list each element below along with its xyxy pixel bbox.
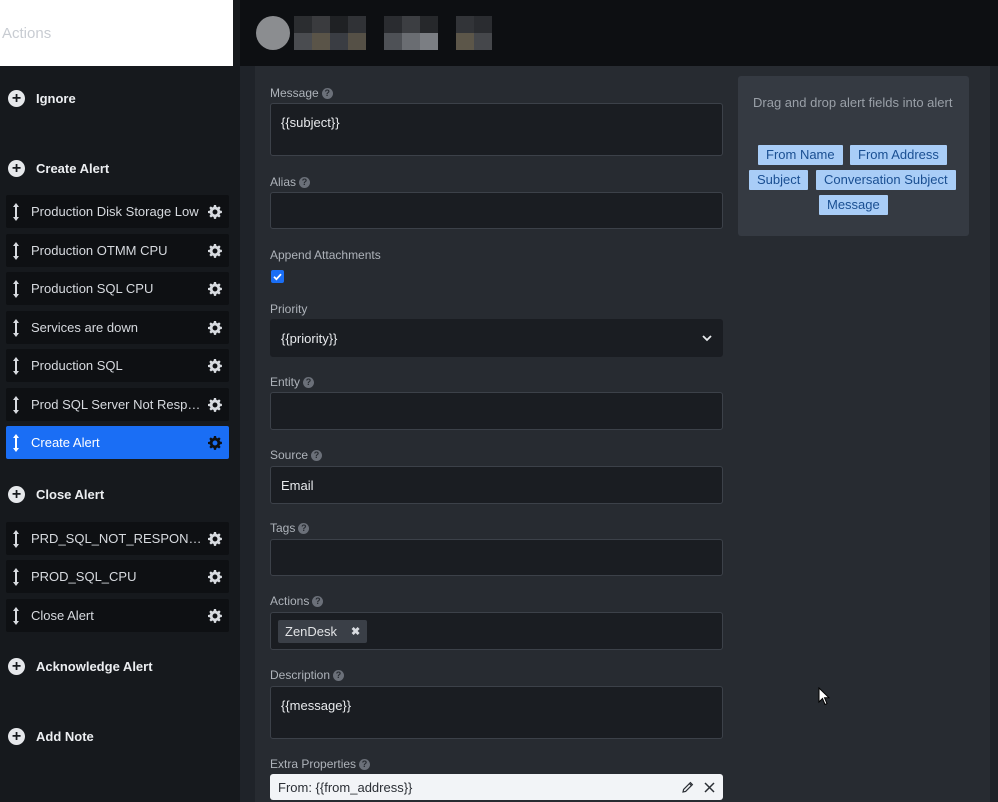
- help-icon[interactable]: ?: [321, 87, 333, 99]
- alias-field[interactable]: [270, 192, 723, 229]
- drag-handle-icon[interactable]: [11, 567, 21, 586]
- gear-icon[interactable]: [208, 435, 222, 450]
- action-item[interactable]: Prod SQL Server Not Respo...: [6, 388, 229, 421]
- entity-label: Entity?: [270, 375, 315, 389]
- chevron-down-icon: [702, 335, 712, 342]
- group-acknowledge-alert[interactable]: + Acknowledge Alert: [8, 656, 153, 676]
- gear-icon[interactable]: [208, 397, 222, 412]
- action-chip[interactable]: ZenDesk ✖: [278, 619, 368, 643]
- drag-hint-text: Drag and drop alert fields into alert: [753, 95, 953, 110]
- drag-handle-icon[interactable]: [11, 279, 21, 298]
- group-create-alert[interactable]: + Create Alert: [8, 158, 109, 178]
- description-label: Description?: [270, 668, 345, 682]
- drag-handle-icon[interactable]: [11, 202, 21, 221]
- sidebar-title: Actions: [2, 25, 52, 42]
- source-label: Source?: [270, 448, 323, 462]
- action-item[interactable]: Production Disk Storage Low: [6, 195, 229, 228]
- action-item[interactable]: PROD_SQL_CPU: [6, 560, 229, 593]
- drag-handle-icon[interactable]: [11, 241, 21, 260]
- help-icon[interactable]: ?: [311, 449, 323, 461]
- action-item[interactable]: Production OTMM CPU: [6, 234, 229, 267]
- drag-handle-icon[interactable]: [11, 529, 21, 548]
- tags-field[interactable]: [270, 539, 723, 576]
- priority-label: Priority: [270, 302, 308, 316]
- gear-icon[interactable]: [208, 320, 222, 335]
- group-add-note[interactable]: + Add Note: [8, 726, 94, 746]
- extra-property-value: From: {{from_address}}: [278, 779, 413, 795]
- plus-circle-icon: +: [8, 485, 25, 503]
- drag-handle-icon[interactable]: [11, 606, 21, 625]
- gear-icon[interactable]: [208, 569, 222, 584]
- plus-circle-icon: +: [8, 89, 25, 107]
- help-icon[interactable]: ?: [333, 669, 345, 681]
- field-tag-subject[interactable]: Subject: [749, 170, 809, 190]
- gear-icon[interactable]: [208, 281, 222, 296]
- source-field[interactable]: Email: [270, 466, 723, 504]
- close-icon[interactable]: [704, 781, 715, 793]
- action-item[interactable]: PRD_SQL_NOT_RESPONDING: [6, 522, 229, 555]
- plus-circle-icon: +: [8, 657, 25, 675]
- group-ignore[interactable]: + Ignore: [8, 88, 76, 108]
- entity-field[interactable]: [270, 392, 723, 430]
- top-bar: [240, 0, 998, 66]
- actions-label: Actions?: [270, 594, 324, 608]
- append-attachments-label: Append Attachments: [270, 248, 381, 262]
- drag-handle-icon[interactable]: [11, 356, 21, 375]
- action-item-active[interactable]: Create Alert: [6, 426, 229, 459]
- description-field[interactable]: {{message}}: [270, 686, 723, 739]
- field-tag-from-address[interactable]: From Address: [850, 145, 947, 165]
- gear-icon[interactable]: [208, 204, 222, 219]
- mouse-cursor-icon: [818, 687, 830, 706]
- help-icon[interactable]: ?: [299, 176, 311, 188]
- pencil-icon[interactable]: [682, 781, 694, 793]
- plus-circle-icon: +: [8, 727, 25, 745]
- message-field[interactable]: {{subject}}: [270, 103, 723, 156]
- field-tag-conversation-subject[interactable]: Conversation Subject: [816, 170, 956, 190]
- drag-handle-icon[interactable]: [11, 395, 21, 414]
- gear-icon[interactable]: [208, 358, 222, 373]
- help-icon[interactable]: ?: [298, 522, 310, 534]
- help-icon[interactable]: ?: [359, 758, 371, 770]
- plus-circle-icon: +: [8, 159, 25, 177]
- group-close-alert[interactable]: + Close Alert: [8, 484, 104, 504]
- extra-properties-label: Extra Properties?: [270, 757, 371, 771]
- checkmark-icon: [273, 273, 282, 281]
- blurred-avatar: [256, 16, 290, 50]
- tags-label: Tags?: [270, 521, 310, 535]
- message-label: Message?: [270, 86, 333, 100]
- sidebar-header: Actions: [0, 0, 233, 66]
- blurred-title: [294, 16, 504, 50]
- alias-label: Alias?: [270, 175, 311, 189]
- action-item[interactable]: Production SQL: [6, 349, 229, 382]
- gear-icon[interactable]: [208, 608, 222, 623]
- help-icon[interactable]: ?: [303, 376, 315, 388]
- drag-handle-icon[interactable]: [11, 318, 21, 337]
- action-item[interactable]: Close Alert: [6, 599, 229, 632]
- remove-chip-icon[interactable]: ✖: [351, 625, 360, 638]
- sidebar: Actions + Ignore + Create Alert Producti…: [0, 0, 240, 802]
- actions-field[interactable]: ZenDesk ✖: [270, 612, 723, 650]
- extra-property-row[interactable]: From: {{from_address}}: [270, 774, 723, 800]
- priority-select[interactable]: {{priority}}: [270, 319, 723, 357]
- gear-icon[interactable]: [208, 531, 222, 546]
- field-tag-message[interactable]: Message: [819, 195, 888, 215]
- gear-icon[interactable]: [208, 243, 222, 258]
- action-item[interactable]: Production SQL CPU: [6, 272, 229, 305]
- drag-handle-icon[interactable]: [11, 433, 21, 452]
- action-item[interactable]: Services are down: [6, 311, 229, 344]
- field-tag-from-name[interactable]: From Name: [758, 145, 843, 165]
- message-value: {{subject}}: [281, 115, 340, 130]
- append-attachments-checkbox[interactable]: [271, 270, 284, 283]
- help-icon[interactable]: ?: [312, 595, 324, 607]
